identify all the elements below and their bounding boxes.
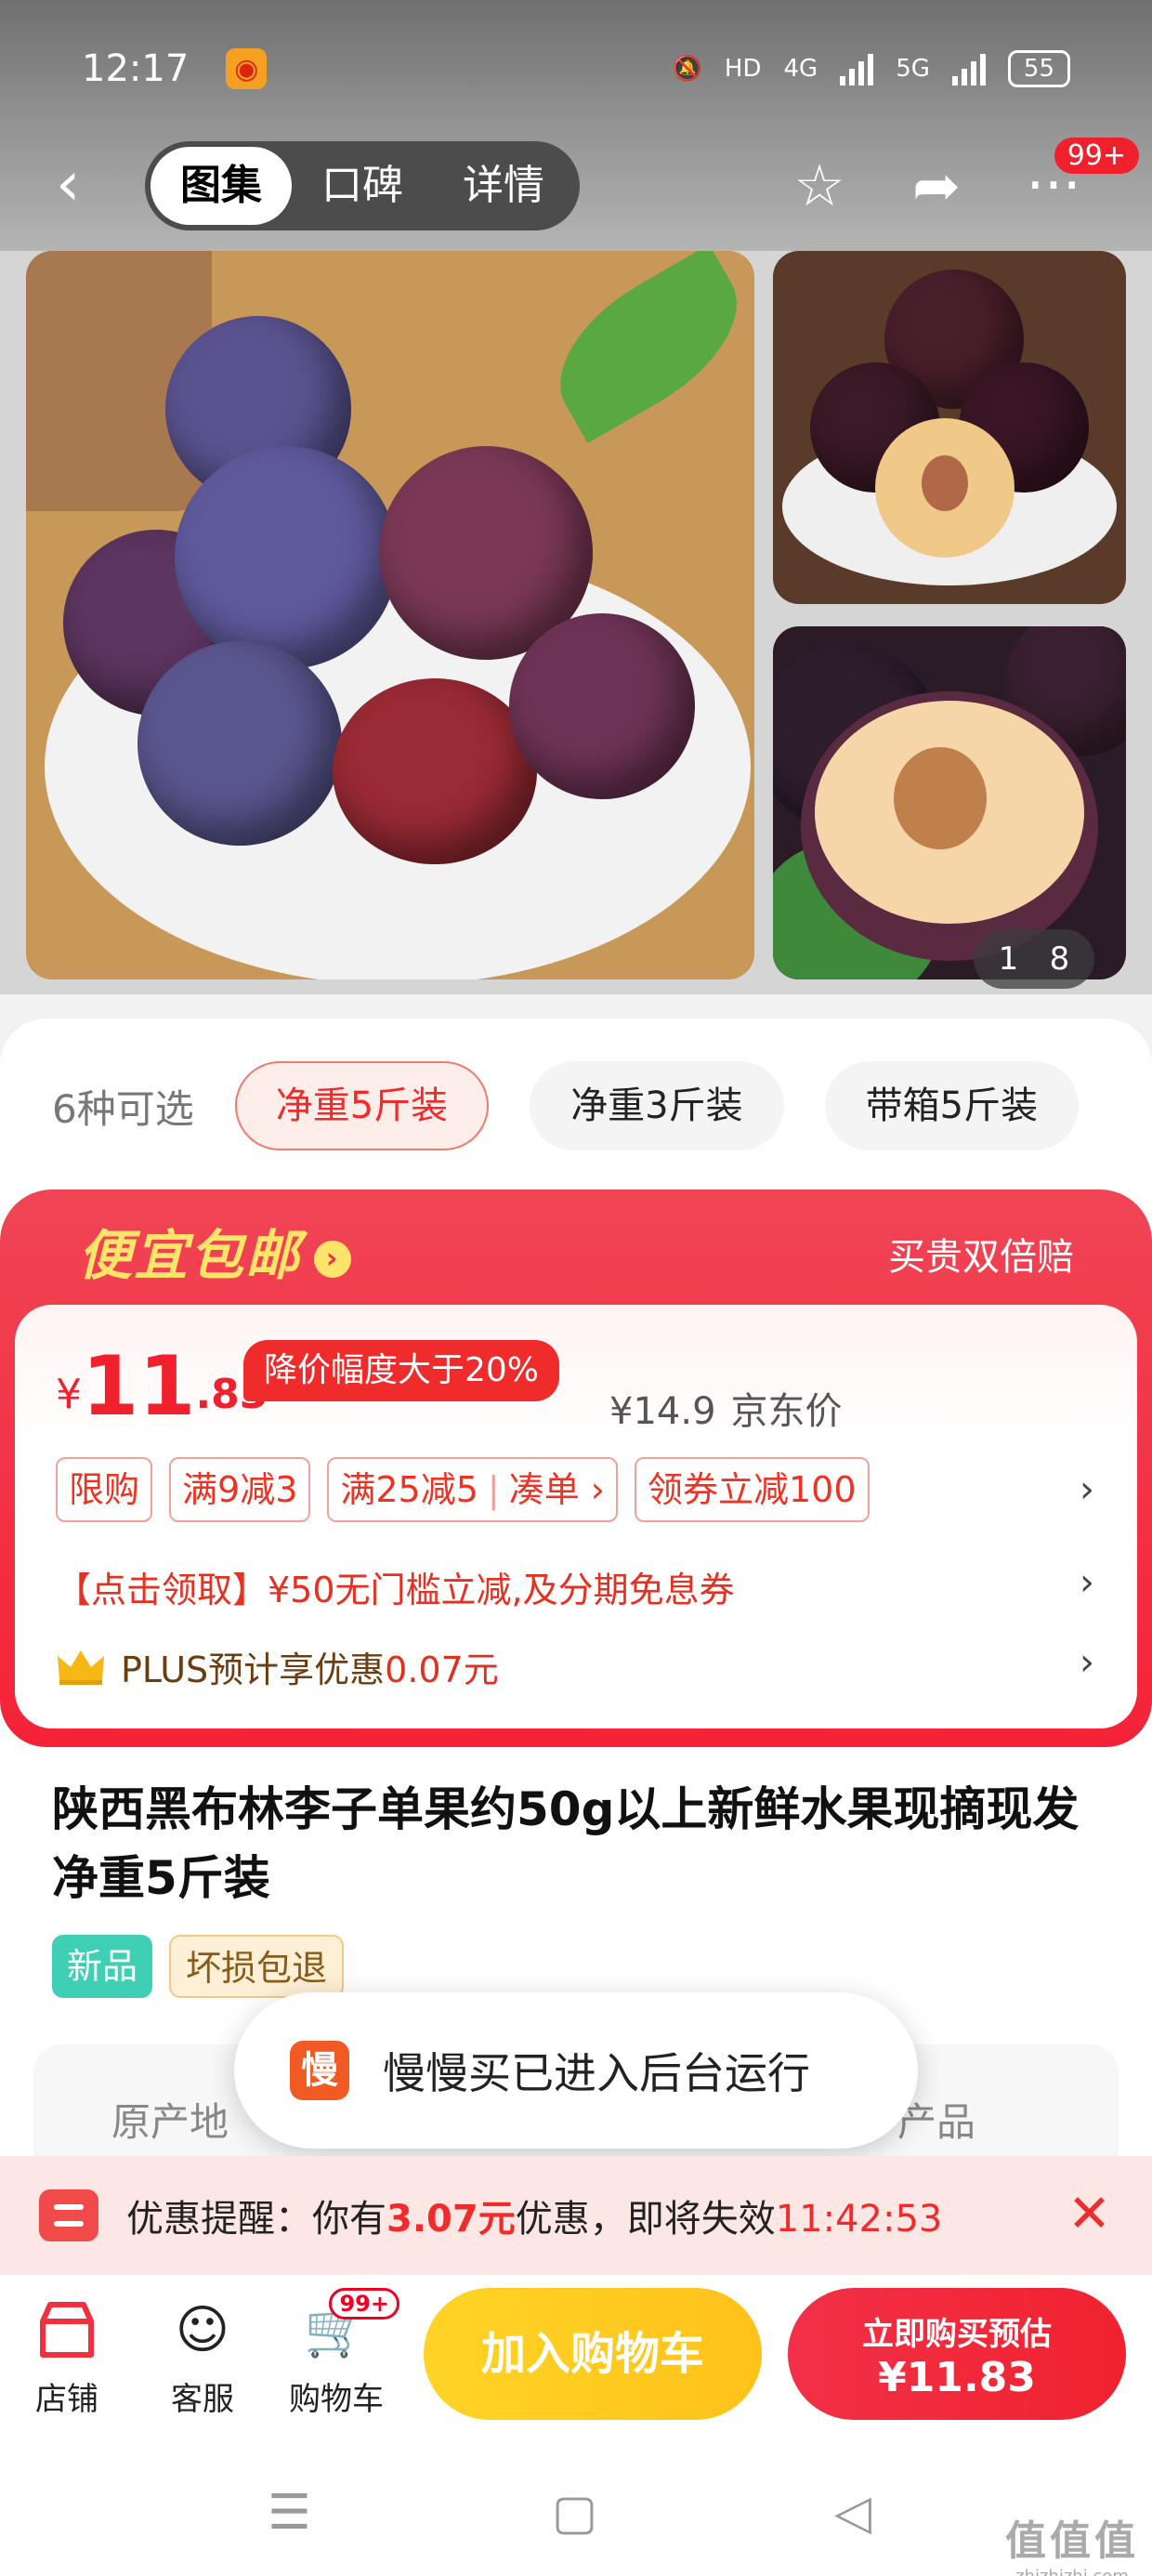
tag-25-minus-5-text: 满25减5: [340, 1469, 478, 1510]
top-bar: 12:17 ◉ 🔕 HD 4G 5G 55 ‹ 图集 口碑 详情 ☆ ➦ ···…: [0, 0, 1152, 251]
weibo-notification-icon: ◉: [226, 48, 268, 89]
status-icons: 🔕 HD 4G 5G 55: [673, 50, 1070, 87]
menu-list-icon: [39, 2189, 98, 2241]
home-nav-icon[interactable]: ▢: [552, 2485, 597, 2541]
product-tags: 新品 坏损包退: [52, 1935, 345, 1998]
tab-gallery[interactable]: 图集: [151, 147, 292, 225]
more-badge: 99+: [1054, 138, 1139, 174]
reminder-text: 优惠提醒：你有3.07元优惠，即将失效11:42:53: [126, 2188, 942, 2242]
thumbnail-photo-1[interactable]: [773, 251, 1126, 604]
tag-9-minus-3: 满9减3: [169, 1457, 311, 1522]
jd-price-label: 京东价: [730, 1390, 843, 1433]
chat-smile-icon: ☺: [175, 2300, 230, 2360]
reminder-timer: 11:42:53: [775, 2198, 943, 2241]
service-button[interactable]: ☺ 客服: [147, 2293, 258, 2419]
coupon-chevron-icon[interactable]: ›: [1080, 1561, 1094, 1604]
tab-reviews[interactable]: 口碑: [292, 147, 433, 225]
cart-badge: 99+: [329, 2288, 399, 2320]
image-gallery[interactable]: 1 8: [0, 251, 1152, 994]
signal-icon: [840, 52, 874, 85]
share-icon[interactable]: ➦: [899, 149, 974, 223]
back-nav-icon[interactable]: ◁: [834, 2485, 871, 2541]
discount-reminder[interactable]: 优惠提醒：你有3.07元优惠，即将失效11:42:53 ✕: [0, 2156, 1152, 2275]
gallery-current: 1: [998, 940, 1019, 978]
cart-label: 购物车: [289, 2381, 384, 2418]
buy-now-button[interactable]: 立即购买预估 ¥11.83: [788, 2288, 1126, 2420]
shop-label: 店铺: [35, 2381, 98, 2418]
buy-now-price: ¥11.83: [878, 2354, 1036, 2401]
hd-icon: HD: [724, 55, 762, 83]
add-to-cart-button[interactable]: 加入购物车: [424, 2288, 762, 2420]
menu-nav-icon[interactable]: ☰: [268, 2485, 311, 2541]
variant-option-5jin[interactable]: 净重5斤装: [234, 1061, 490, 1150]
background-toast: 慢 慢慢买已进入后台运行: [234, 1992, 918, 2149]
price-card: ¥ 11 .83 降价幅度大于20% ¥14.9 京东价 限购 满9减3 满25减…: [15, 1305, 1137, 1728]
price-symbol: ¥: [56, 1371, 82, 1418]
current-price: ¥ 11 .83: [56, 1338, 268, 1431]
reminder-middle: 优惠，即将失效: [515, 2198, 776, 2241]
tag-damage-refund: 坏损包退: [169, 1935, 345, 1998]
variant-option-3jin[interactable]: 净重3斤装: [530, 1061, 784, 1150]
tab-details[interactable]: 详情: [433, 147, 574, 225]
attr-origin: 原产地: [111, 2099, 229, 2145]
promo-tags-chevron-icon[interactable]: ›: [1080, 1468, 1094, 1511]
cart-button[interactable]: 🛒 99+ 购物车: [281, 2288, 399, 2419]
promo-arrow-icon: ›: [314, 1240, 352, 1278]
status-bar: 12:17 ◉ 🔕 HD 4G 5G 55: [82, 41, 1070, 97]
plus-discount-amount: 0.07元: [385, 1649, 499, 1690]
system-navigation: ☰ ▢ ◁ 值值值 zhizhizhi.com: [0, 2433, 1152, 2576]
watermark-logo: 值值值 zhizhizhi.com: [1005, 2507, 1139, 2576]
plus-discount-label: PLUS预计享优惠: [121, 1649, 386, 1690]
variant-count: 6种可选: [52, 1085, 194, 1132]
product-nav: ‹ 图集 口碑 详情 ☆ ➦ ··· 99+: [0, 138, 1152, 234]
crown-icon: [58, 1649, 104, 1685]
manmanmai-logo-icon: 慢: [290, 2041, 349, 2100]
status-time: 12:17: [82, 47, 190, 90]
close-icon[interactable]: ✕: [1067, 2184, 1111, 2244]
tag-limit: 限购: [56, 1457, 153, 1522]
tag-new-product: 新品: [52, 1935, 153, 1998]
watermark-url: zhizhizhi.com: [1005, 2567, 1139, 2576]
shop-icon: [30, 2293, 104, 2368]
price-guarantee[interactable]: 买贵双倍赔: [888, 1227, 1074, 1281]
thumbnail-photo-2[interactable]: [773, 626, 1126, 979]
toast-text: 慢慢买已进入后台运行: [383, 2048, 810, 2098]
plus-chevron-icon[interactable]: ›: [1080, 1641, 1094, 1684]
main-product-photo[interactable]: [26, 251, 754, 979]
variant-option-box-5jin[interactable]: 带箱5斤装: [824, 1061, 1080, 1150]
back-arrow-icon[interactable]: ‹: [56, 153, 111, 217]
tag-25-minus-5: 满25减5 | 凑单 ›: [327, 1457, 618, 1522]
tag-coupon-100: 领券立减100: [635, 1457, 870, 1522]
jd-price-value: ¥14.9: [609, 1390, 716, 1433]
price-integer: 11: [82, 1338, 196, 1434]
favorite-star-icon[interactable]: ☆: [782, 149, 857, 223]
jd-reference-price: ¥14.9 京东价: [609, 1381, 843, 1435]
reminder-prefix: 优惠提醒：你有: [126, 2198, 386, 2241]
promo-title[interactable]: 便宜包邮 ›: [78, 1212, 352, 1290]
tag-add-on-link[interactable]: 凑单 ›: [509, 1469, 605, 1510]
plus-discount-row[interactable]: PLUS预计享优惠 0.07元: [56, 1641, 499, 1692]
price-cut-badge: 降价幅度大于20%: [243, 1340, 560, 1401]
promo-banner: 便宜包邮 › 买贵双倍赔 ¥ 11 .83 降价幅度大于20% ¥14.9 京东价 …: [0, 1189, 1152, 1747]
signal-icon-2: [951, 52, 986, 85]
net-5g-label: 5G: [896, 55, 930, 83]
view-tabs: 图集 口碑 详情: [145, 141, 580, 230]
watermark-text: 值值值: [1005, 2517, 1139, 2565]
battery-indicator: 55: [1007, 50, 1070, 87]
coupon-claim-text[interactable]: 【点击领取】¥50无门槛立减,及分期免息券: [56, 1561, 735, 1612]
bottom-action-bar: 店铺 ☺ 客服 🛒 99+ 购物车 加入购物车 立即购买预估 ¥11.83: [0, 2275, 1152, 2433]
gallery-total: 8: [1049, 940, 1070, 978]
reminder-amount: 3.07元: [386, 2198, 516, 2241]
service-label: 客服: [171, 2381, 234, 2418]
buy-now-label: 立即购买预估: [862, 2316, 1052, 2353]
shop-button[interactable]: 店铺: [11, 2293, 123, 2419]
product-title: 陕西黑布林李子单果约50g以上新鲜水果现摘现发 净重5斤装: [52, 1782, 1080, 1905]
net-4g-label: 4G: [783, 55, 818, 83]
mute-icon: 🔕: [672, 55, 702, 83]
gallery-counter: 1 8: [974, 929, 1094, 989]
variant-selector: 6种可选 净重5斤装 净重3斤装 带箱5斤装: [52, 1059, 1152, 1152]
promo-title-text: 便宜包邮: [78, 1224, 302, 1287]
promo-tags[interactable]: 限购 满9减3 满25减5 | 凑单 › 领券立减100: [56, 1457, 870, 1522]
